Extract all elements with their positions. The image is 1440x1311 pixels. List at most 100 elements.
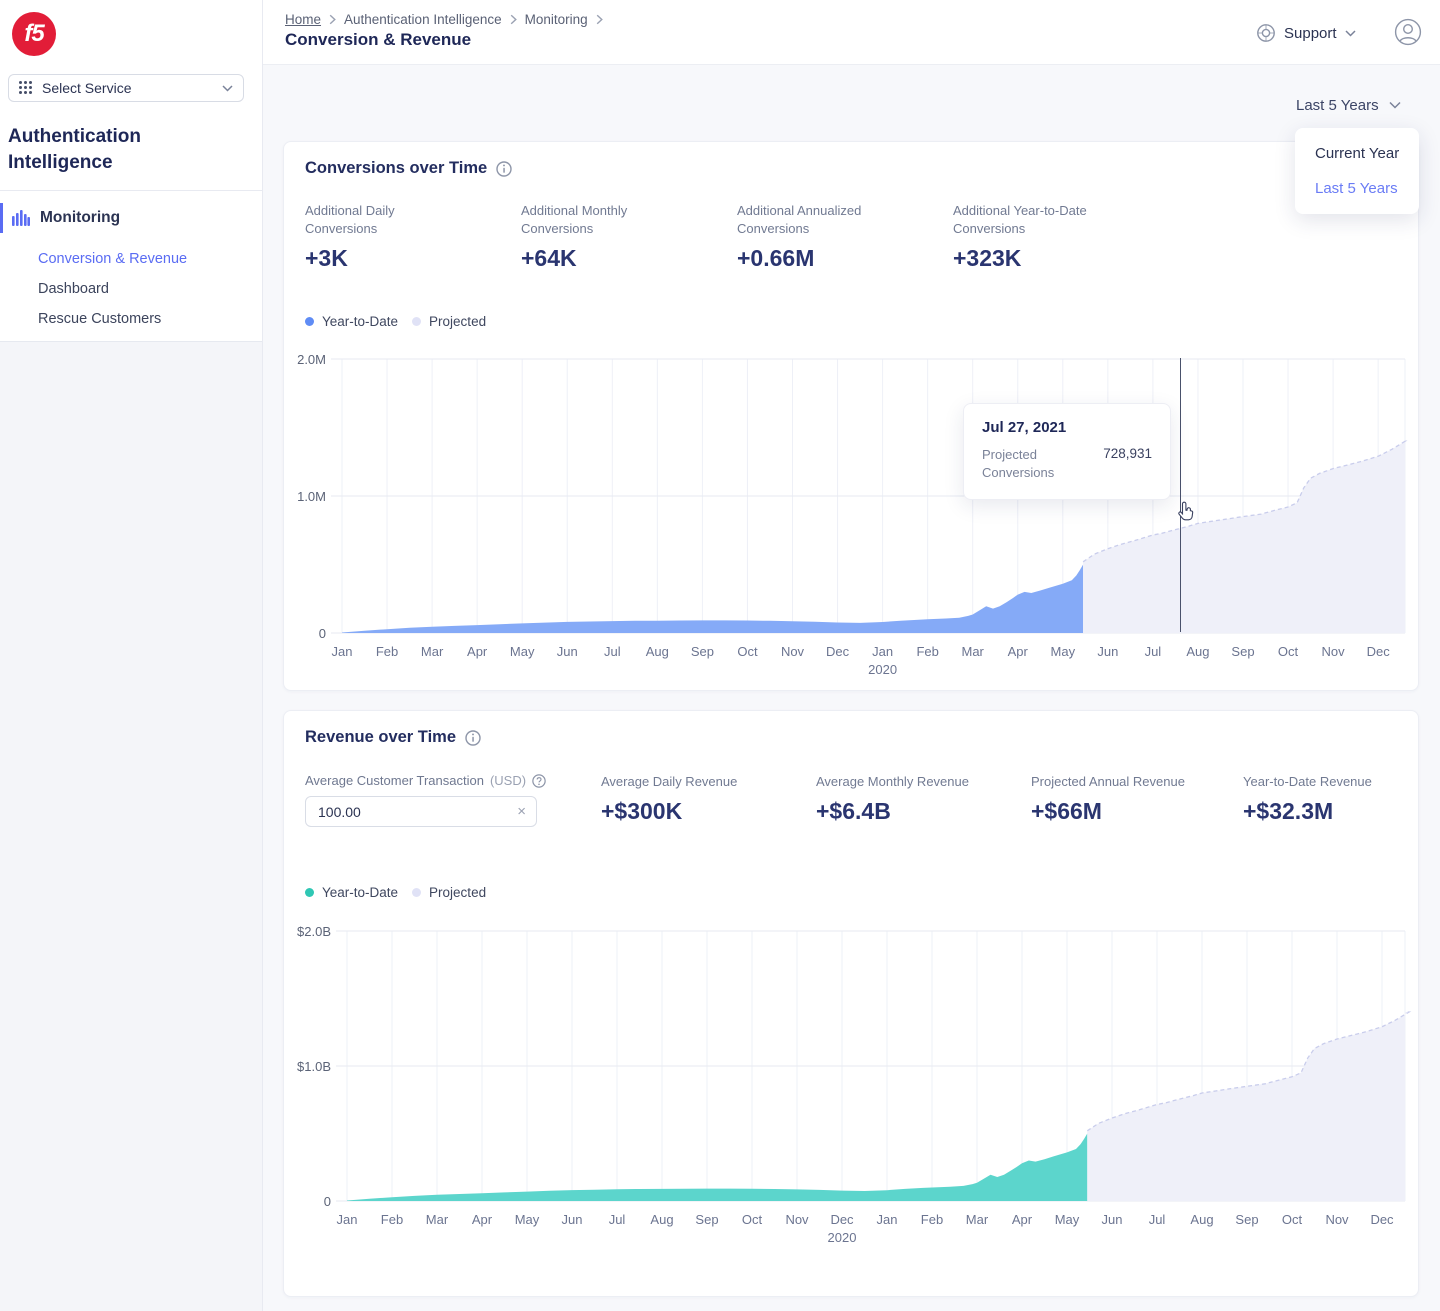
svg-text:Jun: Jun: [562, 1212, 583, 1227]
tooltip-series-label: Projected Conversions: [982, 446, 1082, 482]
svg-text:0: 0: [319, 626, 326, 641]
svg-text:Apr: Apr: [467, 644, 488, 659]
svg-text:Sep: Sep: [1231, 644, 1254, 659]
hand-pointer-cursor: [1176, 500, 1198, 529]
time-range-option-current-year[interactable]: Current Year: [1295, 136, 1419, 171]
stat-label: Projected Annual Revenue: [1031, 773, 1241, 791]
support-label: Support: [1284, 25, 1337, 42]
stat-value: +64K: [521, 245, 731, 272]
sidebar-subitem-conversion-revenue[interactable]: Conversion & Revenue: [38, 244, 258, 274]
svg-text:Oct: Oct: [1282, 1212, 1303, 1227]
transaction-unit: (USD): [490, 773, 526, 788]
transaction-label: Average Customer Transaction: [305, 773, 484, 788]
svg-text:Nov: Nov: [785, 1212, 809, 1227]
svg-text:Jun: Jun: [557, 644, 578, 659]
svg-text:Jul: Jul: [604, 644, 621, 659]
tooltip-value: 728,931: [1103, 446, 1152, 482]
stat-value: +3K: [305, 245, 515, 272]
time-range-option-last-5-years[interactable]: Last 5 Years: [1295, 171, 1419, 206]
product-title: Authentication Intelligence: [8, 124, 218, 176]
svg-text:$1.0B: $1.0B: [297, 1059, 331, 1074]
bar-chart-icon: [12, 210, 30, 226]
svg-text:Mar: Mar: [962, 644, 985, 659]
conversions-area-chart[interactable]: JanFebMarAprMayJunJulAugSepOctNovDecJanF…: [284, 346, 1420, 686]
breadcrumb-chevron-icon: [329, 14, 336, 25]
user-icon: [1394, 18, 1422, 46]
svg-text:1.0M: 1.0M: [297, 489, 326, 504]
legend-year-to-date: Year-to-Date: [305, 314, 398, 329]
sidebar-subitem-dashboard[interactable]: Dashboard: [38, 274, 258, 304]
svg-text:Jul: Jul: [1149, 1212, 1166, 1227]
breadcrumb-item-3[interactable]: Monitoring: [525, 12, 588, 27]
svg-text:May: May: [1055, 1212, 1080, 1227]
svg-text:Dec: Dec: [830, 1212, 854, 1227]
svg-text:$2.0B: $2.0B: [297, 924, 331, 939]
stat-label: Conversions: [737, 220, 947, 238]
svg-text:Jun: Jun: [1102, 1212, 1123, 1227]
legend-label: Year-to-Date: [322, 314, 398, 329]
svg-text:May: May: [1051, 644, 1076, 659]
svg-text:Apr: Apr: [1012, 1212, 1033, 1227]
breadcrumb-item-2[interactable]: Authentication Intelligence: [344, 12, 502, 27]
revenue-area-chart[interactable]: JanFebMarAprMayJunJulAugSepOctNovDecJanF…: [284, 916, 1420, 1256]
svg-text:2020: 2020: [868, 662, 897, 677]
legend-label: Projected: [429, 885, 486, 900]
svg-text:Jun: Jun: [1097, 644, 1118, 659]
support-menu[interactable]: Support: [1256, 20, 1356, 46]
svg-text:Mar: Mar: [966, 1212, 989, 1227]
stat-label: Additional Year-to-Date: [953, 202, 1163, 220]
info-icon[interactable]: [496, 161, 512, 177]
stat-label: Additional Monthly: [521, 202, 731, 220]
svg-text:Sep: Sep: [695, 1212, 718, 1227]
stat-66M: Projected Annual Revenue+$66M: [1031, 773, 1241, 825]
svg-text:Apr: Apr: [472, 1212, 493, 1227]
svg-text:Nov: Nov: [781, 644, 805, 659]
legend-dot: [305, 317, 314, 326]
revenue-card-title: Revenue over Time: [305, 728, 456, 747]
svg-text:Jan: Jan: [337, 1212, 358, 1227]
svg-text:Aug: Aug: [1190, 1212, 1213, 1227]
clear-input-icon[interactable]: ×: [517, 804, 526, 819]
sidebar-item-monitoring[interactable]: Monitoring: [0, 203, 262, 233]
chart-tooltip: Jul 27, 2021 Projected Conversions 728,9…: [963, 403, 1171, 500]
time-range-select[interactable]: Last 5 Years: [1296, 94, 1401, 116]
svg-text:Mar: Mar: [426, 1212, 449, 1227]
monitoring-label: Monitoring: [40, 209, 120, 227]
svg-text:Oct: Oct: [1278, 644, 1299, 659]
legend-label: Year-to-Date: [322, 885, 398, 900]
time-range-dropdown-menu: Current YearLast 5 Years: [1295, 128, 1419, 214]
f5-logo[interactable]: f5: [12, 12, 56, 56]
breadcrumb-chevron-icon: [510, 14, 517, 25]
svg-text:Feb: Feb: [376, 644, 398, 659]
svg-text:Feb: Feb: [916, 644, 938, 659]
info-icon[interactable]: [465, 730, 481, 746]
chevron-down-icon: [1345, 30, 1356, 37]
svg-text:Dec: Dec: [1367, 644, 1391, 659]
legend-dot: [305, 888, 314, 897]
select-service-dropdown[interactable]: Select Service: [8, 74, 244, 102]
svg-text:2.0M: 2.0M: [297, 352, 326, 367]
stat-value: +$6.4B: [816, 798, 1026, 825]
user-avatar-button[interactable]: [1394, 18, 1422, 51]
stat-6.4B: Average Monthly Revenue+$6.4B: [816, 773, 1026, 825]
breadcrumb-chevron-icon: [596, 14, 603, 25]
stat-value: +323K: [953, 245, 1163, 272]
help-icon[interactable]: [532, 774, 546, 788]
transaction-amount-input[interactable]: 100.00 ×: [305, 796, 537, 827]
legend-label: Projected: [429, 314, 486, 329]
transaction-amount-value: 100.00: [318, 804, 517, 820]
legend-dot: [412, 317, 421, 326]
apps-grid-icon: [19, 81, 33, 95]
revenue-over-time-card: Revenue over Time Average Customer Trans…: [283, 710, 1419, 1297]
conversions-card-title: Conversions over Time: [305, 159, 487, 178]
monitoring-subnav: Conversion & RevenueDashboardRescue Cust…: [38, 244, 258, 334]
conversions-over-time-card: Conversions over Time Additional DailyCo…: [283, 141, 1419, 691]
stat-3K: Additional DailyConversions+3K: [305, 202, 515, 272]
life-ring-icon: [1256, 23, 1276, 43]
stat-64K: Additional MonthlyConversions+64K: [521, 202, 731, 272]
breadcrumb-item-1[interactable]: Home: [285, 12, 321, 27]
svg-text:Feb: Feb: [381, 1212, 403, 1227]
sidebar-subitem-rescue-customers[interactable]: Rescue Customers: [38, 304, 258, 334]
stat-label: Conversions: [305, 220, 515, 238]
page-title: Conversion & Revenue: [285, 30, 471, 50]
